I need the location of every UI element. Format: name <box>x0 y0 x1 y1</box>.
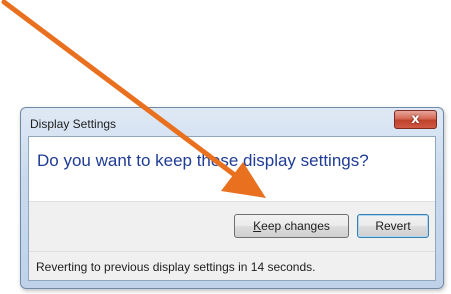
button-area: Keep changes Revert <box>29 201 435 252</box>
close-icon: x <box>411 112 420 127</box>
display-settings-dialog: Display Settings x Do you want to keep t… <box>20 107 444 289</box>
dialog-content: Do you want to keep these display settin… <box>28 136 436 281</box>
close-button[interactable]: x <box>394 110 437 129</box>
title-bar[interactable]: Display Settings x <box>21 108 443 136</box>
dialog-title: Display Settings <box>30 117 117 131</box>
keep-button-label: eep changes <box>261 219 330 233</box>
revert-button[interactable]: Revert <box>357 214 429 238</box>
screenshot-stage: Display Settings x Do you want to keep t… <box>0 0 451 294</box>
revert-button-label: Revert <box>375 219 411 233</box>
countdown-status-text: Reverting to previous display settings i… <box>36 260 316 274</box>
status-area: Reverting to previous display settings i… <box>29 251 435 280</box>
question-text: Do you want to keep these display settin… <box>37 151 369 170</box>
keep-changes-button[interactable]: Keep changes <box>234 214 349 238</box>
keep-button-accelerator: K <box>253 219 262 233</box>
